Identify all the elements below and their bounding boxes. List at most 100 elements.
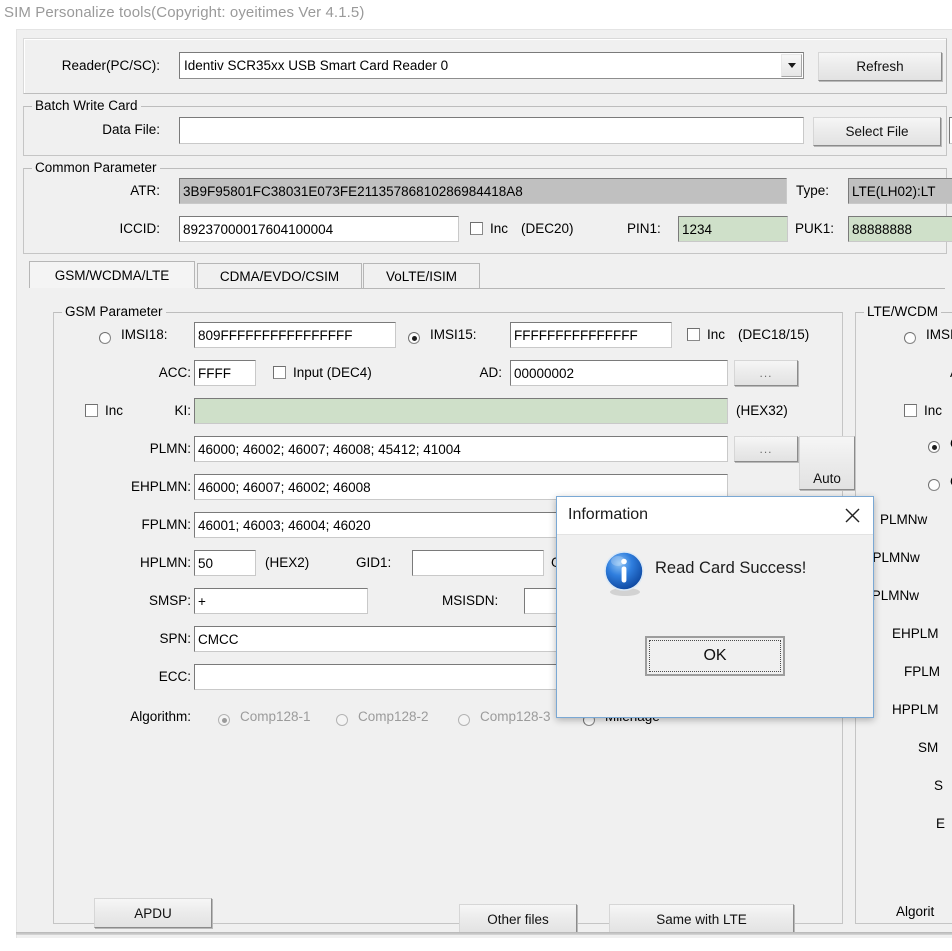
data-file-input[interactable] bbox=[179, 117, 804, 144]
acc-input-label: Input (DEC4) bbox=[293, 365, 372, 380]
plmn-browse-button[interactable]: ... bbox=[734, 436, 798, 462]
common-parameter-title: Common Parameter bbox=[32, 160, 160, 175]
atr-label: ATR: bbox=[30, 183, 160, 198]
auto-button[interactable]: Auto bbox=[799, 436, 855, 490]
lte-inc-label: Inc bbox=[924, 403, 942, 418]
ki-inc-label: Inc bbox=[105, 403, 123, 418]
ad-browse-button[interactable]: ... bbox=[734, 360, 798, 386]
ki-hint: (HEX32) bbox=[736, 403, 788, 418]
ecc-label: ECC: bbox=[90, 669, 191, 684]
imsi15-input[interactable]: FFFFFFFFFFFFFFF bbox=[510, 322, 672, 348]
pin1-label: PIN1: bbox=[627, 221, 661, 236]
select-file-button[interactable]: Select File bbox=[813, 117, 941, 146]
imsi18-label: IMSI18: bbox=[121, 327, 168, 342]
algorithm-radio-comp128-1[interactable] bbox=[218, 714, 230, 726]
lte-ehplmn-label: EHPLM bbox=[892, 626, 939, 641]
acc-input[interactable]: FFFF bbox=[194, 360, 256, 386]
plmn-input[interactable]: 46000; 46002; 46007; 46008; 45412; 41004 bbox=[194, 436, 728, 462]
main-window: Reader(PC/SC): Identiv SCR35xx USB Smart… bbox=[16, 29, 952, 938]
tab-volte-isim[interactable]: VoLTE/ISIM bbox=[363, 263, 480, 288]
dialog-title: Information bbox=[568, 506, 648, 524]
common-parameter-group: Common Parameter ATR: 3B9F95801FC38031E0… bbox=[23, 168, 947, 254]
gid1-input[interactable] bbox=[412, 550, 544, 576]
reader-select-value: Identiv SCR35xx USB Smart Card Reader 0 bbox=[184, 58, 448, 73]
hplmn-label: HPLMN: bbox=[78, 555, 191, 570]
chevron-down-icon[interactable] bbox=[781, 54, 802, 77]
reader-select[interactable]: Identiv SCR35xx USB Smart Card Reader 0 bbox=[179, 52, 804, 79]
iccid-inc-hint: (DEC20) bbox=[521, 221, 574, 236]
iccid-inc-label: Inc bbox=[490, 221, 508, 236]
lte-plmnw-label: PLMNw bbox=[880, 512, 927, 527]
imsi18-input[interactable]: 809FFFFFFFFFFFFFFFF bbox=[194, 322, 396, 348]
lte-ecc-label: E bbox=[936, 816, 945, 831]
lte-fplmn-label: FPLM bbox=[904, 664, 940, 679]
batch-write-card-group: Batch Write Card Data File: Select File bbox=[23, 106, 947, 156]
acc-label: ACC: bbox=[94, 365, 191, 380]
dialog-ok-button[interactable]: OK bbox=[645, 636, 785, 676]
lte-opc-radio[interactable] bbox=[928, 479, 940, 491]
lte-smsp-label: SM bbox=[918, 740, 938, 755]
puk1-input[interactable]: 88888888 bbox=[848, 216, 952, 242]
window-bottom-shadow bbox=[16, 932, 952, 935]
lte-op-radio[interactable] bbox=[928, 441, 940, 453]
atr-value: 3B9F95801FC38031E073FE211357868102869844… bbox=[179, 178, 787, 204]
smsp-label: SMSP: bbox=[84, 593, 191, 608]
gid1-label: GID1: bbox=[356, 555, 391, 570]
tabstrip: GSM/WCDMA/LTE CDMA/EVDO/CSIM VoLTE/ISIM bbox=[29, 263, 945, 291]
reader-label: Reader(PC/SC): bbox=[36, 58, 160, 73]
lte-spn-label: S bbox=[934, 778, 943, 793]
lte-inc-checkbox[interactable] bbox=[904, 404, 917, 417]
spn-label: SPN: bbox=[90, 631, 191, 646]
iccid-input[interactable]: 89237000017604100004 bbox=[179, 216, 459, 242]
puk1-label: PUK1: bbox=[795, 221, 834, 236]
window-titlebar: SIM Personalize tools(Copyright: oyeitim… bbox=[0, 0, 952, 29]
ki-input[interactable] bbox=[194, 398, 728, 424]
refresh-button[interactable]: Refresh bbox=[818, 52, 942, 81]
ad-label: AD: bbox=[434, 365, 502, 380]
batch-write-card-title: Batch Write Card bbox=[32, 98, 141, 113]
imsi18-radio[interactable] bbox=[99, 332, 111, 344]
window-title: SIM Personalize tools(Copyright: oyeitim… bbox=[4, 4, 364, 21]
ehplmn-label: EHPLMN: bbox=[72, 479, 191, 494]
algorithm-radio-comp128-3[interactable] bbox=[458, 714, 470, 726]
fplmn-label: FPLMN: bbox=[78, 517, 191, 532]
imsi-inc-checkbox[interactable] bbox=[687, 328, 700, 341]
close-icon[interactable] bbox=[837, 503, 867, 528]
other-files-button[interactable]: Other files bbox=[459, 904, 577, 934]
lte-imsi-radio[interactable] bbox=[904, 332, 916, 344]
information-dialog: Information bbox=[556, 496, 874, 718]
plmn-label: PLMN: bbox=[90, 441, 191, 456]
hplmn-input[interactable]: 50 bbox=[194, 550, 256, 576]
msisdn-label: MSISDN: bbox=[442, 593, 498, 608]
focus-outline bbox=[649, 640, 781, 672]
app-root: SIM Personalize tools(Copyright: oyeitim… bbox=[0, 0, 952, 951]
imsi-inc-hint: (DEC18/15) bbox=[738, 327, 809, 342]
tab-cdma-evdo-csim[interactable]: CDMA/EVDO/CSIM bbox=[197, 263, 362, 288]
info-icon bbox=[601, 549, 649, 597]
tab-gsm-wcdma-lte[interactable]: GSM/WCDMA/LTE bbox=[29, 261, 195, 288]
lte-hpplmn-label: HPPLM bbox=[892, 702, 939, 717]
apdu-button[interactable]: APDU bbox=[94, 898, 212, 928]
same-with-lte-button[interactable]: Same with LTE bbox=[609, 904, 794, 934]
acc-input-checkbox[interactable] bbox=[273, 366, 286, 379]
algorithm-label: Algorithm: bbox=[72, 709, 191, 724]
lte-imsi-label: IMSI bbox=[926, 327, 952, 342]
reader-panel: Reader(PC/SC): Identiv SCR35xx USB Smart… bbox=[23, 38, 947, 94]
data-file-label: Data File: bbox=[30, 122, 160, 137]
iccid-inc-checkbox[interactable] bbox=[470, 222, 483, 235]
lte-wcdma-title: LTE/WCDM bbox=[864, 304, 941, 319]
imsi15-radio[interactable] bbox=[408, 332, 420, 344]
pin1-input[interactable]: 1234 bbox=[678, 216, 788, 242]
type-label: Type: bbox=[796, 183, 829, 198]
ki-inc-checkbox[interactable] bbox=[85, 404, 98, 417]
iccid-label: ICCID: bbox=[30, 221, 160, 236]
algorithm-radio-comp128-2[interactable] bbox=[336, 714, 348, 726]
algorithm-label-comp128-3: Comp128-3 bbox=[480, 709, 551, 724]
ki-label: KI: bbox=[134, 403, 191, 418]
dialog-message: Read Card Success! bbox=[655, 559, 806, 578]
gsm-parameter-title: GSM Parameter bbox=[62, 304, 166, 319]
ad-input[interactable]: 00000002 bbox=[510, 360, 728, 386]
algorithm-label-comp128-1: Comp128-1 bbox=[240, 709, 311, 724]
algorithm-label-comp128-2: Comp128-2 bbox=[358, 709, 429, 724]
smsp-input[interactable]: + bbox=[194, 588, 368, 614]
